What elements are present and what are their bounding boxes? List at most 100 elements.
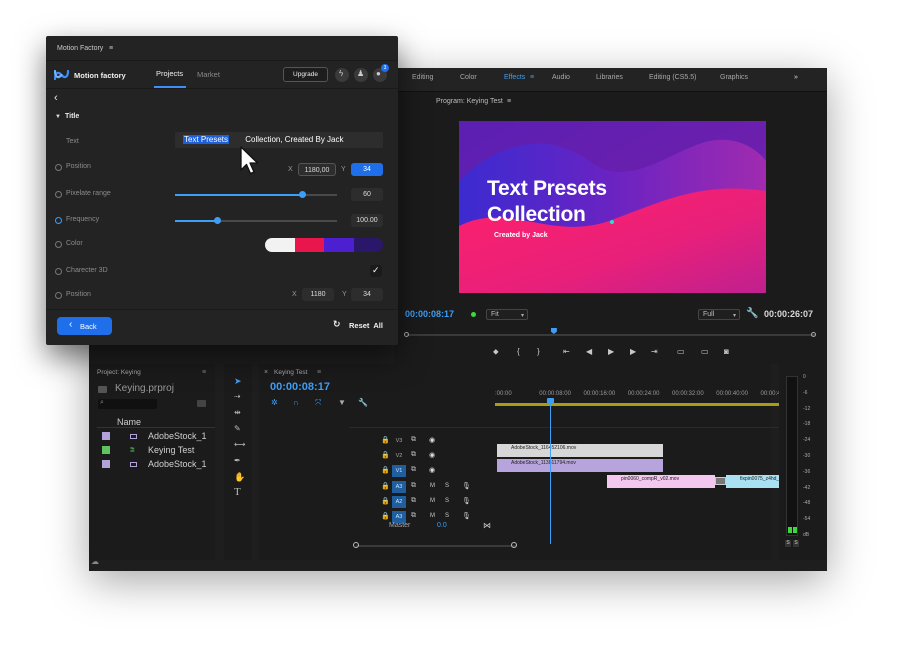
hand-tool-icon[interactable]: ✋ bbox=[234, 472, 245, 483]
list-item[interactable]: AdobeStock_1 bbox=[97, 458, 215, 471]
program-monitor-menu-icon[interactable]: ≡ bbox=[507, 98, 511, 105]
razor-tool-icon[interactable]: ✎ bbox=[234, 424, 241, 433]
add-marker-icon[interactable]: ⬥ bbox=[493, 347, 499, 357]
frequency-slider-handle[interactable] bbox=[213, 217, 221, 224]
mf-menu-icon[interactable]: ≡ bbox=[109, 45, 113, 52]
position2-y-input[interactable]: 34 bbox=[351, 288, 383, 301]
scrub-end-handle[interactable] bbox=[811, 332, 816, 337]
go-to-out-icon[interactable]: ⇥ bbox=[651, 347, 658, 356]
timeline-zoom-bar[interactable] bbox=[356, 545, 516, 547]
type-tool-icon[interactable]: T bbox=[234, 486, 241, 498]
back-button[interactable]: ‹ Back bbox=[57, 317, 112, 335]
timeline-tab-title[interactable]: Keying Test bbox=[274, 369, 307, 376]
solo-right-button[interactable]: S bbox=[793, 540, 799, 547]
character3d-checkbox[interactable]: ✓ bbox=[370, 265, 382, 277]
new-bin-icon[interactable] bbox=[197, 400, 206, 407]
tab-editing[interactable]: Editing bbox=[412, 74, 433, 81]
play-icon[interactable]: ▶ bbox=[608, 347, 614, 356]
project-panel-title[interactable]: Project: Keying bbox=[97, 369, 141, 376]
master-end-icon[interactable]: ⋈ bbox=[483, 521, 491, 530]
go-to-in-icon[interactable]: ⇤ bbox=[563, 347, 570, 356]
transition-icon[interactable] bbox=[715, 477, 726, 485]
list-item[interactable]: ⩰ Keying Test bbox=[97, 444, 215, 457]
keyframe-clock-icon[interactable] bbox=[55, 241, 62, 248]
reset-all-button[interactable]: ↻ Reset All bbox=[333, 319, 388, 332]
notifications-button[interactable]: ♟ bbox=[354, 68, 368, 82]
timeline-menu-icon[interactable]: ≡ bbox=[317, 369, 321, 376]
keyframe-clock-icon[interactable] bbox=[55, 164, 62, 171]
step-back-icon[interactable]: ◀ bbox=[586, 347, 592, 356]
tab-market[interactable]: Market bbox=[197, 70, 220, 79]
pixelate-value-input[interactable]: 60 bbox=[351, 188, 383, 201]
color-swatch[interactable] bbox=[265, 238, 295, 252]
tab-color[interactable]: Color bbox=[460, 74, 477, 81]
fit-select[interactable]: Fit ▾ bbox=[486, 309, 528, 320]
settings-wrench-icon[interactable]: 🔧 bbox=[358, 398, 368, 407]
keyframe-clock-icon[interactable] bbox=[55, 217, 62, 224]
zoom-handle-left[interactable] bbox=[353, 542, 359, 548]
ripple-edit-tool-icon[interactable]: ⇹ bbox=[234, 408, 241, 417]
color-swatch[interactable] bbox=[294, 238, 324, 252]
project-panel-menu-icon[interactable]: ≡ bbox=[202, 369, 206, 376]
text-input[interactable]: Text Presets Collection, Created By Jack bbox=[175, 132, 383, 148]
snap-icon[interactable]: ∩ bbox=[293, 398, 299, 407]
solo-left-button[interactable]: S bbox=[785, 540, 791, 547]
zoom-handle-right[interactable] bbox=[511, 542, 517, 548]
name-column-header[interactable]: Name bbox=[117, 417, 141, 427]
mark-out-icon[interactable]: } bbox=[537, 347, 540, 356]
program-scrub-bar[interactable] bbox=[407, 334, 815, 336]
program-monitor-title[interactable]: Program: Keying Test bbox=[436, 98, 503, 105]
nest-icon[interactable]: ✲ bbox=[271, 398, 278, 407]
selection-tool-icon[interactable]: ➤ bbox=[234, 376, 242, 387]
project-search-input[interactable]: ⌕ bbox=[98, 399, 157, 409]
cloud-icon[interactable]: ☁ bbox=[91, 557, 99, 566]
more-tabs-icon[interactable]: » bbox=[794, 74, 798, 81]
section-collapse-icon[interactable]: ▼ bbox=[55, 114, 61, 120]
position-x-input[interactable]: 1180,00 bbox=[298, 163, 336, 176]
timeline-playhead-line[interactable] bbox=[550, 402, 551, 544]
close-icon[interactable]: × bbox=[264, 369, 268, 376]
section-title[interactable]: Title bbox=[65, 113, 79, 120]
linked-selection-icon[interactable]: ⤧ bbox=[315, 398, 321, 408]
slip-tool-icon[interactable]: ⟷ bbox=[234, 440, 245, 449]
position2-x-input[interactable]: 1180 bbox=[302, 288, 334, 301]
list-item[interactable]: AdobeStock_1 bbox=[97, 430, 215, 443]
master-value[interactable]: 0.0 bbox=[437, 522, 447, 529]
marker-icon[interactable]: ▼ bbox=[338, 398, 346, 407]
position-y-input[interactable]: 34 bbox=[351, 163, 383, 176]
keyframe-clock-icon[interactable] bbox=[55, 191, 62, 198]
program-current-time[interactable]: 00:00:08:17 bbox=[405, 309, 454, 319]
bolt-button[interactable]: ϟ bbox=[335, 68, 349, 82]
track-select-tool-icon[interactable]: ⇢ bbox=[234, 392, 241, 401]
tab-libraries[interactable]: Libraries bbox=[596, 74, 623, 81]
step-forward-icon[interactable]: ▶ bbox=[630, 347, 636, 356]
work-area-bar[interactable] bbox=[495, 403, 827, 406]
scrub-start-handle[interactable] bbox=[404, 332, 409, 337]
timeline-playhead-handle[interactable] bbox=[547, 398, 554, 404]
pen-tool-icon[interactable]: ✒ bbox=[234, 456, 241, 465]
keyframe-clock-icon[interactable] bbox=[55, 268, 62, 275]
tab-projects[interactable]: Projects bbox=[156, 69, 183, 78]
video-clip[interactable]: AdobeStock_116452106.mov bbox=[497, 444, 663, 457]
tab-effects-menu-icon[interactable]: ≡ bbox=[530, 74, 534, 81]
wrench-icon[interactable]: 🔧 bbox=[746, 308, 758, 319]
video-clip[interactable]: AdobeStock_113811794.mov bbox=[497, 459, 663, 472]
pixelate-slider-handle[interactable] bbox=[299, 191, 307, 198]
keyframe-clock-icon[interactable] bbox=[55, 292, 62, 299]
color-swatch[interactable] bbox=[324, 238, 354, 252]
audio-clip[interactable]: pin0060_compR_v02.mov bbox=[607, 475, 715, 488]
tab-graphics[interactable]: Graphics bbox=[720, 74, 748, 81]
tab-audio[interactable]: Audio bbox=[552, 74, 570, 81]
quality-select[interactable]: Full ▾ bbox=[698, 309, 740, 320]
tab-effects[interactable]: Effects bbox=[504, 74, 525, 81]
color-swatch[interactable] bbox=[353, 238, 383, 252]
timeline-current-time[interactable]: 00:00:08:17 bbox=[270, 381, 330, 393]
back-arrow-icon[interactable]: ‹ bbox=[54, 92, 58, 104]
camera-icon[interactable]: ◙ bbox=[724, 347, 729, 356]
lift-icon[interactable]: ▭ bbox=[677, 347, 685, 356]
extract-icon[interactable]: ▭ bbox=[701, 347, 709, 356]
tab-editing-cs55[interactable]: Editing (CS5.5) bbox=[649, 74, 696, 81]
frequency-value-input[interactable]: 100.00 bbox=[351, 214, 383, 227]
upgrade-button[interactable]: Upgrade bbox=[283, 67, 328, 82]
mark-in-icon[interactable]: { bbox=[517, 347, 520, 356]
